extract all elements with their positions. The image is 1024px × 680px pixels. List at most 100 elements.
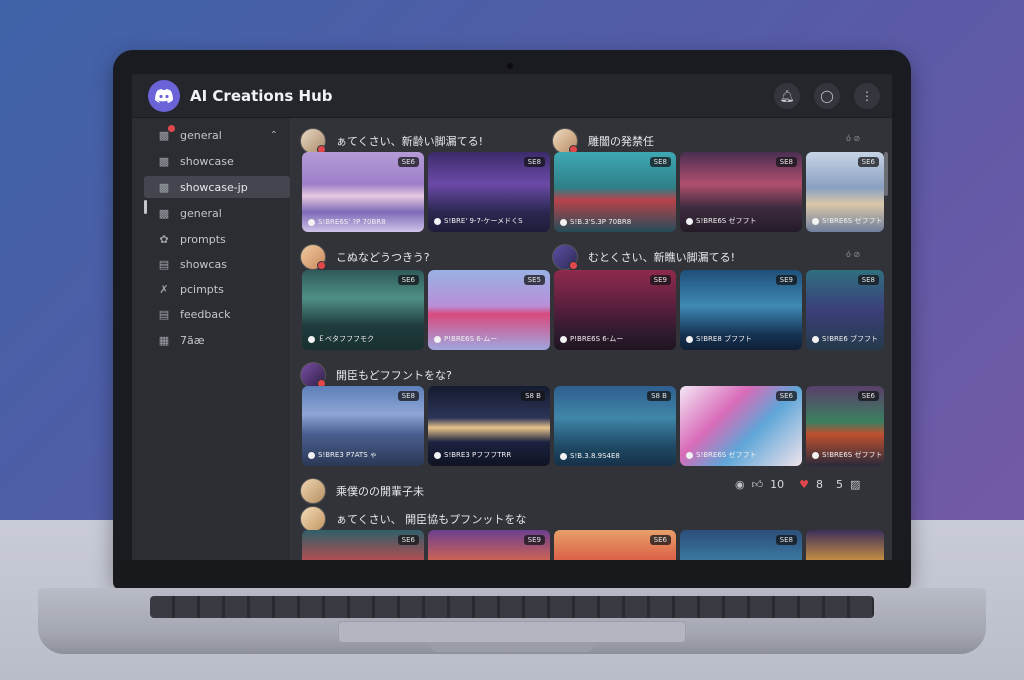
reaction-mini[interactable]: ó ⊘ bbox=[846, 250, 860, 259]
avatar[interactable] bbox=[552, 244, 578, 270]
image-caption: S!BRE6S ゼフフト bbox=[686, 216, 756, 226]
channel-showcase[interactable]: ▩ showcase bbox=[144, 150, 290, 172]
channel-misc[interactable]: ▦ 7ãæ bbox=[144, 329, 290, 351]
caption-text: S!BRE6S' ?P 70BR8 bbox=[318, 218, 386, 226]
image-badge: SE9 bbox=[649, 275, 671, 285]
image-caption: S!BRE6S ゼフフト bbox=[686, 450, 756, 460]
image-thumbnail[interactable]: SE6 bbox=[302, 530, 424, 560]
channel-general[interactable]: ▩ general ⌃ bbox=[144, 124, 290, 146]
image-thumbnail[interactable]: SE6 Ｅベタフフフモク bbox=[302, 270, 424, 350]
app-header: AI Creations Hub 🔔︎ ◯ ⋮ bbox=[132, 74, 892, 118]
image-caption: S!BRE3 P7ATS ゃ bbox=[308, 450, 377, 460]
post-title: むとくさい、新瞧い脚漏てる! bbox=[588, 251, 736, 264]
post-title: ぁてくさい、 開臣協もプフンットをな bbox=[336, 513, 527, 526]
puzzle-icon: ▦ bbox=[158, 333, 170, 347]
image-thumbnail[interactable]: SE8 bbox=[680, 530, 802, 560]
emoji-add-icon[interactable]: ◉ bbox=[735, 478, 745, 491]
play-icon bbox=[812, 451, 819, 459]
avatar[interactable] bbox=[300, 478, 326, 504]
play-icon bbox=[686, 451, 693, 459]
channel-feedback[interactable]: ▤ feedback bbox=[144, 303, 290, 325]
image-badge: SE6 bbox=[857, 157, 879, 167]
heart-count: 8 bbox=[815, 478, 823, 491]
avatar[interactable] bbox=[300, 362, 326, 388]
play-icon bbox=[686, 217, 693, 225]
app-window: AI Creations Hub 🔔︎ ◯ ⋮ ▩ general ⌃ ▩ sh… bbox=[132, 74, 892, 560]
image-thumbnail[interactable]: SE6 bbox=[554, 530, 676, 560]
image-thumbnail[interactable]: SE8 S!BRE3 P7ATS ゃ bbox=[302, 386, 424, 466]
image-badge: SE6 bbox=[649, 535, 671, 545]
image-badge: SE8 bbox=[523, 157, 545, 167]
image-caption: S!BRE8 ブフフト bbox=[686, 334, 752, 344]
image-thumbnail[interactable]: SE9 P!BRE6S 6-ムー bbox=[554, 270, 676, 350]
app-title: AI Creations Hub bbox=[190, 86, 333, 105]
channel-label: 7ãæ bbox=[180, 333, 205, 347]
robot-icon[interactable]: ▨ bbox=[850, 478, 860, 491]
channel-label: prompts bbox=[180, 232, 226, 246]
channel-prompts[interactable]: ✿ prompts bbox=[144, 228, 290, 250]
app-logo-icon[interactable] bbox=[148, 79, 180, 112]
image-badge: SE8 bbox=[857, 275, 879, 285]
avatar[interactable] bbox=[300, 506, 326, 532]
play-icon bbox=[812, 217, 819, 225]
image-thumbnail[interactable] bbox=[806, 530, 884, 560]
channel-label: showcase-jp bbox=[180, 180, 248, 194]
channel-showcas[interactable]: ▤ showcas bbox=[144, 253, 290, 275]
image-thumbnail[interactable]: SE8 S!B.3'S.3P 70BR8 bbox=[554, 152, 676, 232]
channel-showcase-jp[interactable]: ▩ showcase-jp bbox=[144, 176, 290, 198]
channel-general-2[interactable]: ▩ general bbox=[144, 202, 290, 224]
image-thumbnail[interactable]: SE6 S!BRE6S ゼフフト bbox=[680, 386, 802, 466]
post-header: 開臣もどフフントをな? bbox=[300, 362, 452, 388]
image-badge: S8 B bbox=[647, 391, 671, 401]
reaction-mini[interactable]: ó ⊘ bbox=[846, 134, 860, 143]
avatar[interactable] bbox=[300, 244, 326, 270]
reaction-count: 5 bbox=[835, 478, 843, 491]
caption-text: Ｅベタフフフモク bbox=[318, 335, 374, 343]
play-icon bbox=[308, 451, 315, 459]
caption-text: S!BRE3 P7ATS ゃ bbox=[318, 451, 377, 459]
image-thumbnail[interactable]: SE8 S!BRE6S ゼフフト bbox=[680, 152, 802, 232]
image-caption: S!BRE6S' ?P 70BR8 bbox=[308, 218, 386, 226]
image-thumbnail[interactable]: SE6 S!BRE6S ゼフフト bbox=[806, 152, 884, 232]
post-header: ぁてくさい、 開臣協もプフンットをな bbox=[300, 506, 527, 532]
caption-text: S!BRE8 ブフフト bbox=[696, 335, 753, 343]
image-badge: SE8 bbox=[775, 157, 797, 167]
avatar[interactable] bbox=[552, 128, 578, 154]
play-icon bbox=[434, 217, 441, 225]
bot-icon: ▩ bbox=[158, 180, 170, 194]
image-thumbnail[interactable]: S8 B S!BRE3 PフフフTRR bbox=[428, 386, 550, 466]
caption-text: S!BRE6S ゼフフト bbox=[822, 217, 883, 225]
notification-dot bbox=[168, 125, 175, 132]
more-icon[interactable]: ⋮ bbox=[854, 83, 880, 109]
image-thumbnail[interactable]: S8 B S!B.3.8.9S4E8 bbox=[554, 386, 676, 466]
image-thumbnail[interactable]: SE8 S!BRE' 9-7-ケーメドくS bbox=[428, 152, 550, 232]
post-header: ぁてくさい、新齢い脚漏てる! bbox=[300, 128, 483, 154]
feed-scrollbar[interactable] bbox=[884, 152, 888, 196]
image-thumbnail[interactable]: SE9 bbox=[428, 530, 550, 560]
image-thumbnail[interactable]: SE6 S!BRE6S' ?P 70BR8 bbox=[302, 152, 424, 232]
image-thumbnail[interactable]: SE8 S!BRE6 ブフフト bbox=[806, 270, 884, 350]
play-icon bbox=[560, 452, 567, 460]
image-caption: P!BRE6S 6-ムー bbox=[434, 334, 497, 344]
chevron-up-icon[interactable]: ⌃ bbox=[270, 130, 278, 141]
post-header: こぬなどうつきう? bbox=[300, 244, 430, 270]
image-badge: SE8 bbox=[649, 157, 671, 167]
user-icon[interactable]: ◯ bbox=[814, 83, 840, 109]
image-badge: SE6 bbox=[397, 157, 419, 167]
image-thumbnail[interactable]: SE9 S!BRE8 ブフフト bbox=[680, 270, 802, 350]
caption-text: S!B.3'S.3P 70BR8 bbox=[570, 218, 632, 226]
image-badge: SE9 bbox=[523, 535, 545, 545]
image-caption: P!BRE6S 6-ムー bbox=[560, 334, 623, 344]
heart-icon[interactable]: ♥ bbox=[799, 478, 809, 491]
bell-icon[interactable]: 🔔︎ bbox=[774, 83, 800, 109]
thumbs-up-icon[interactable]: 👍︎ bbox=[752, 478, 764, 491]
avatar[interactable] bbox=[300, 128, 326, 154]
image-thumbnail[interactable]: SE6 S!BRE6S ゼフフト bbox=[806, 386, 884, 466]
channel-label: feedback bbox=[180, 307, 231, 321]
play-icon bbox=[560, 218, 567, 226]
image-badge: SE6 bbox=[397, 275, 419, 285]
image-thumbnail[interactable]: SE5 P!BRE6S 6-ムー bbox=[428, 270, 550, 350]
list-icon: ▤ bbox=[158, 257, 170, 271]
status-dot bbox=[317, 261, 326, 270]
channel-pcimpts[interactable]: ✗ pcimpts bbox=[144, 278, 290, 300]
